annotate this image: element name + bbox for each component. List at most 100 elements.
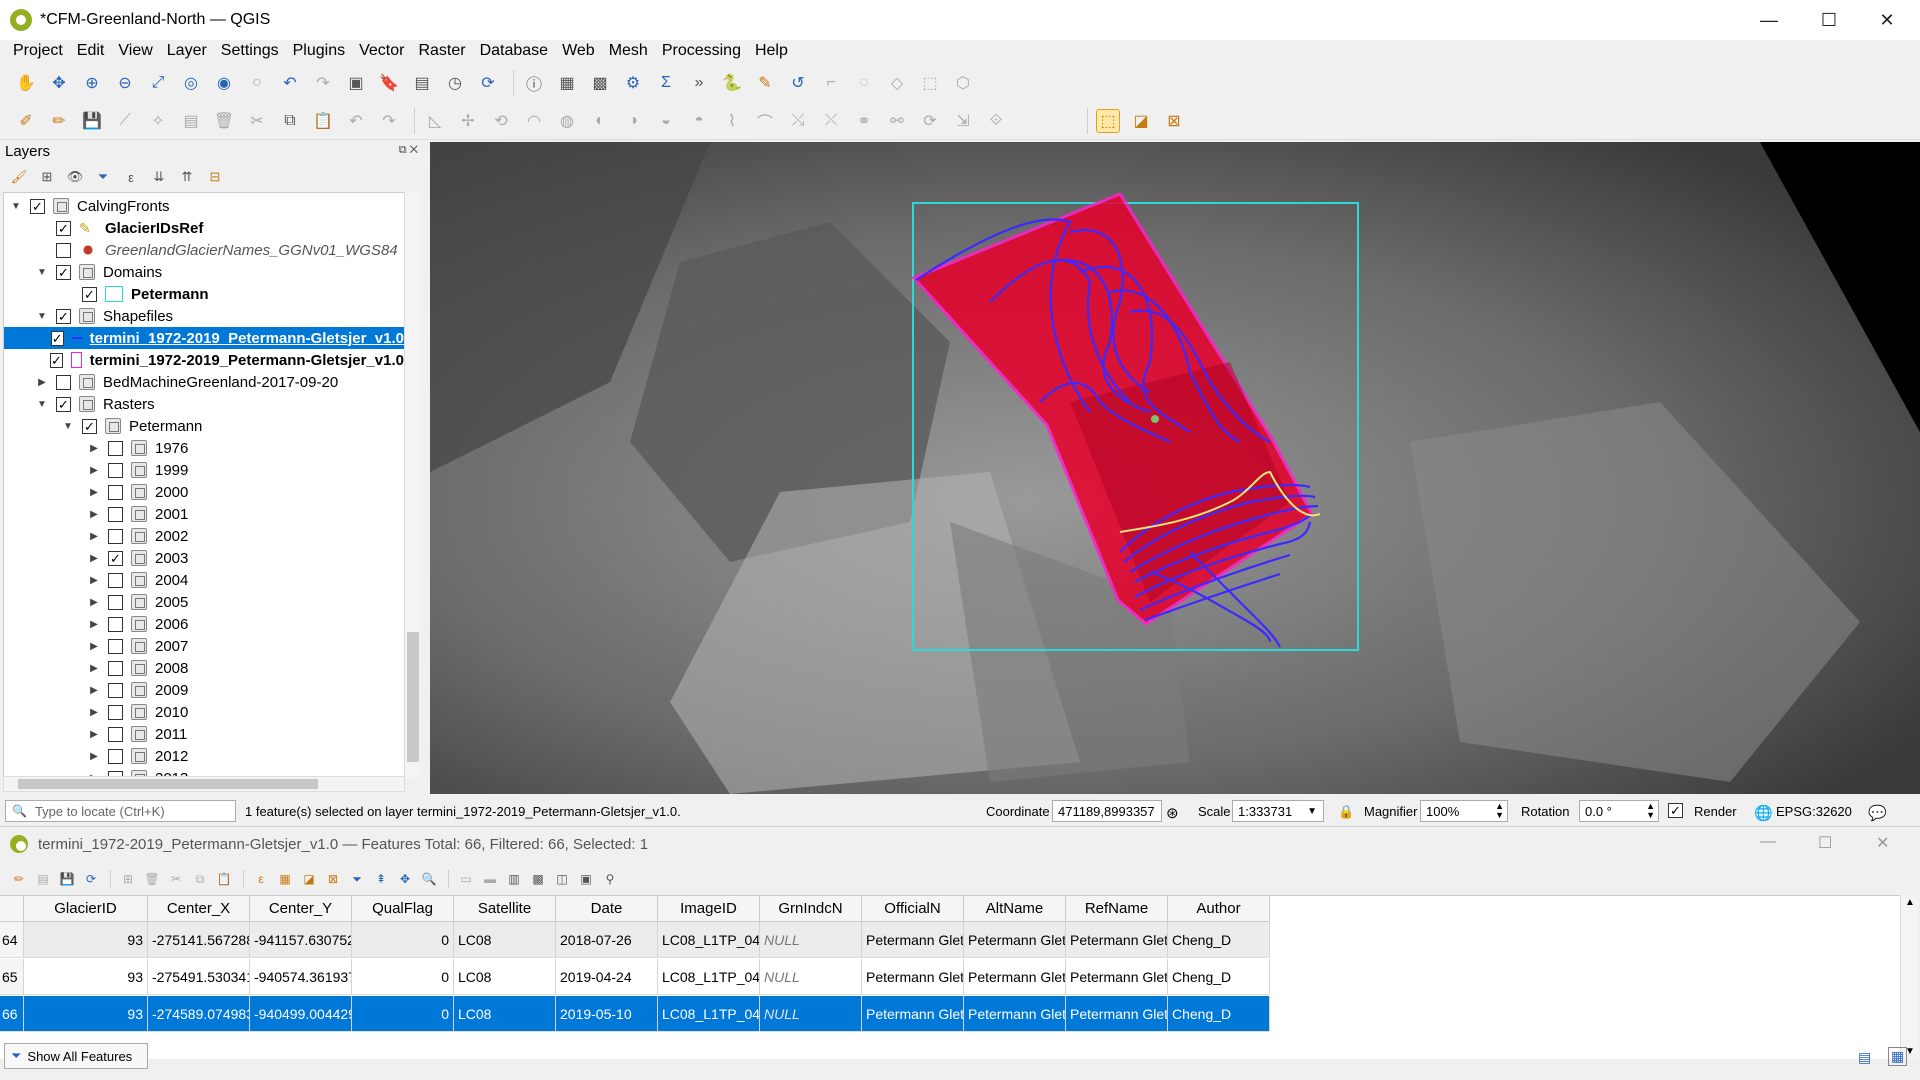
table-cell[interactable]: Petermann Glet... <box>1066 922 1168 957</box>
expand-arrow-icon[interactable]: ▶ <box>88 443 100 454</box>
table-cell[interactable]: LC08 <box>454 996 556 1031</box>
table-cell[interactable]: Petermann Glet... <box>964 959 1066 994</box>
layer-tree-item[interactable]: ▶ 2009 <box>4 679 404 701</box>
copy-features-icon[interactable]: ⧉ <box>278 109 302 133</box>
table-cell[interactable]: 93 <box>24 959 148 994</box>
table-cell[interactable]: NULL <box>760 959 862 994</box>
actions-icon[interactable]: ⚲ <box>601 870 619 888</box>
digitize-dropdown-icon[interactable]: ⌐ <box>819 71 843 95</box>
rotate-feature-icon[interactable]: ⟲ <box>489 109 513 133</box>
add-ring-icon[interactable]: ◍ <box>555 109 579 133</box>
table-cell[interactable]: -274589.074983... <box>148 996 250 1031</box>
table-cell[interactable]: Petermann Glet... <box>964 922 1066 957</box>
column-header[interactable]: Author <box>1168 896 1270 921</box>
remove-layer-icon[interactable]: ⊟ <box>206 168 224 186</box>
globe-icon[interactable]: 🌐 <box>1754 804 1773 822</box>
table-cell[interactable]: 0 <box>352 996 454 1031</box>
table-view-icon[interactable]: ▦ <box>1888 1047 1908 1066</box>
layer-tree-item[interactable]: ▶ 2002 <box>4 525 404 547</box>
select-by-expression-icon[interactable]: ε <box>252 870 270 888</box>
rotate-point-symbols-icon[interactable]: ⟳ <box>918 109 942 133</box>
collapse-arrow-icon[interactable]: ▼ <box>36 267 48 278</box>
table-cell[interactable]: Petermann Glet... <box>862 996 964 1031</box>
row-number[interactable]: 64 <box>0 922 24 957</box>
table-cell[interactable]: Cheng_D <box>1168 922 1270 957</box>
layer-visibility-checkbox[interactable]: ✓ <box>108 550 123 566</box>
cut-features-icon[interactable]: ✂ <box>245 109 269 133</box>
current-edits-icon[interactable]: ✐ <box>14 109 38 133</box>
redo-icon[interactable]: ↷ <box>377 109 401 133</box>
dock-table-icon[interactable]: ▣ <box>577 870 595 888</box>
column-header[interactable]: GlacierID <box>24 896 148 921</box>
table-cell[interactable]: 2018-07-26 <box>556 922 658 957</box>
delete-selected-icon[interactable]: 🗑 <box>212 109 236 133</box>
maximize-button[interactable]: ☐ <box>1818 833 1832 853</box>
zoom-layer-icon[interactable]: ◉ <box>212 71 236 95</box>
layer-tree-item[interactable]: ✓ Petermann <box>4 283 404 305</box>
field-calculator-icon[interactable]: ▩ <box>529 870 547 888</box>
show-bookmarks-icon[interactable]: ▤ <box>410 71 434 95</box>
menu-edit[interactable]: Edit <box>70 42 112 60</box>
python-console-icon[interactable]: 🐍 <box>720 71 744 95</box>
row-number[interactable]: 66 <box>0 996 24 1031</box>
table-cell[interactable]: -940574.361937... <box>250 959 352 994</box>
menu-raster[interactable]: Raster <box>411 42 472 60</box>
form-view-icon[interactable]: ▤ <box>1858 1049 1871 1066</box>
move-selection-top-icon[interactable]: ⇞ <box>372 870 390 888</box>
table-cell[interactable]: -275491.530341... <box>148 959 250 994</box>
table-cell[interactable]: LC08 <box>454 959 556 994</box>
new-field-icon[interactable]: ▭ <box>457 870 475 888</box>
undo-plugin-icon[interactable]: ↺ <box>786 71 810 95</box>
table-cell[interactable]: LC08_L1TP_0450... <box>658 922 760 957</box>
select-features-icon[interactable]: ⬚ <box>1096 108 1120 133</box>
conditional-formatting-icon[interactable]: ◫ <box>553 870 571 888</box>
collapse-all-icon[interactable]: ⇈ <box>178 168 196 186</box>
layer-tree-item[interactable]: ▶ 2001 <box>4 503 404 525</box>
expand-arrow-icon[interactable]: ▶ <box>88 641 100 652</box>
close-button[interactable]: ✕ <box>1876 833 1889 853</box>
layer-tree-item[interactable]: ▼ ✓ Shapefiles <box>4 305 404 327</box>
layer-visibility-checkbox[interactable] <box>108 572 123 588</box>
pan-to-selection-icon[interactable]: ✥ <box>47 71 71 95</box>
minimize-button[interactable]: — <box>1760 833 1776 851</box>
table-cell[interactable]: Petermann Glet... <box>862 959 964 994</box>
layer-visibility-checkbox[interactable]: ✓ <box>30 198 45 214</box>
column-header[interactable]: OfficialN <box>862 896 964 921</box>
layer-tree-item[interactable]: ▶ 1976 <box>4 437 404 459</box>
expand-arrow-icon[interactable]: ▶ <box>88 663 100 674</box>
identify-icon[interactable]: ⓘ <box>522 71 546 95</box>
processing-toolbox-icon[interactable]: ⚙ <box>621 71 645 95</box>
filter-select-icon[interactable]: ⏷ <box>348 870 366 888</box>
table-cell[interactable]: Petermann Glet... <box>1066 996 1168 1031</box>
layer-tree-item[interactable]: ▶ 2012 <box>4 745 404 767</box>
column-header[interactable]: Center_Y <box>250 896 352 921</box>
table-cell[interactable]: NULL <box>760 922 862 957</box>
table-cell[interactable]: 93 <box>24 922 148 957</box>
layer-visibility-checkbox[interactable] <box>108 660 123 676</box>
statistical-summary-icon[interactable]: Σ <box>654 71 678 95</box>
table-cell[interactable]: Cheng_D <box>1168 996 1270 1031</box>
expand-arrow-icon[interactable]: ▶ <box>88 487 100 498</box>
panel-float-close-icon[interactable]: ⧉ ✕ <box>399 144 418 157</box>
table-cell[interactable]: -275141.567288... <box>148 922 250 957</box>
layer-tree-item[interactable]: ▼ ✓ Domains <box>4 261 404 283</box>
expand-arrow-icon[interactable]: ▶ <box>88 575 100 586</box>
expand-arrow-icon[interactable]: ▶ <box>88 531 100 542</box>
layer-tree-item[interactable]: ▶ 2006 <box>4 613 404 635</box>
layer-tree-item[interactable]: ▶ BedMachineGreenland-2017-09-20 <box>4 371 404 393</box>
merge-features-icon[interactable]: ⚭ <box>852 109 876 133</box>
temporal-controller-icon[interactable]: ◷ <box>443 71 467 95</box>
table-cell[interactable]: Petermann Glet... <box>1066 959 1168 994</box>
zoom-last-icon[interactable]: ↶ <box>278 71 302 95</box>
scrollbar-thumb[interactable] <box>18 779 318 789</box>
messages-icon[interactable]: 💬 <box>1868 804 1887 822</box>
layer-visibility-checkbox[interactable] <box>108 704 123 720</box>
layer-tree-item[interactable]: ✓ termini_1972-2019_Petermann-Gletsjer_v1… <box>4 349 404 371</box>
table-row[interactable]: 6593-275491.530341...-940574.361937...0L… <box>0 959 1270 995</box>
expand-arrow-icon[interactable]: ▶ <box>88 509 100 520</box>
expand-arrow-icon[interactable]: ▶ <box>88 553 100 564</box>
table-cell[interactable]: 2019-04-24 <box>556 959 658 994</box>
minimize-button[interactable]: — <box>1740 0 1798 40</box>
vertex-editor-icon[interactable]: ✧ <box>146 109 170 133</box>
table-cell[interactable]: LC08 <box>454 922 556 957</box>
